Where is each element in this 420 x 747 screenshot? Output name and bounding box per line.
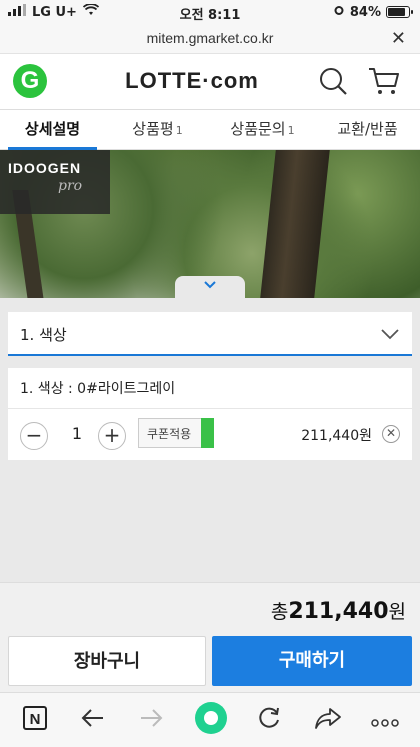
badge-title: IDOOGEN [8,160,82,176]
coupon-apply-button[interactable]: 쿠폰적용 [138,418,214,448]
site-header: G LOTTE·com [0,54,420,110]
url-bar[interactable]: mitem.gmarket.co.kr ✕ [0,24,420,54]
remove-item-button[interactable]: ✕ [382,425,400,443]
svg-text:N: N [30,711,41,728]
search-icon[interactable] [318,66,348,100]
divider [8,408,412,409]
purchase-bar: 총211,440원 장바구니 구매하기 [0,582,420,692]
alarm-icon [333,4,345,20]
chevron-down-icon [380,326,400,345]
total-price: 총211,440원 [270,599,406,624]
forward-arrow-icon[interactable] [138,705,164,735]
option-label: 1. 색상 [20,326,67,344]
status-bar: LG U+ 오전 8:11 84% [0,0,420,24]
quantity-decrease-button[interactable]: − [20,422,48,450]
battery-percent: 84% [349,4,381,20]
coupon-indicator [201,418,214,448]
share-icon[interactable] [314,705,342,735]
selected-option-name: 1. 색상 : 0#라이트그레이 [20,381,176,397]
tab-description[interactable]: 상세설명 [0,110,105,150]
url-text[interactable]: mitem.gmarket.co.kr [0,30,420,46]
collapse-toggle[interactable] [175,276,245,302]
back-arrow-icon[interactable] [80,705,106,735]
quantity-increase-button[interactable]: + [98,422,126,450]
selected-option-panel: 1. 색상 : 0#라이트그레이 − 1 + 쿠폰적용 211,440원 ✕ [8,368,412,460]
question-count: 1 [287,124,295,137]
naver-icon[interactable]: N [22,705,48,735]
chevron-down-icon [202,276,218,295]
close-icon[interactable]: ✕ [391,28,406,49]
badge-sub: pro [58,178,83,194]
product-tabs: 상세설명 상품평 1 상품문의 1 교환/반품 [0,110,420,150]
tab-reviews[interactable]: 상품평 1 [105,110,210,149]
coupon-label: 쿠폰적용 [147,427,192,441]
add-to-cart-button[interactable]: 장바구니 [8,636,206,686]
refresh-icon[interactable] [256,705,282,735]
battery-icon [386,6,413,18]
browser-toolbar: N [0,692,420,747]
color-option-select[interactable]: 1. 색상 [8,312,412,356]
tab-exchange-return[interactable]: 교환/반품 [315,110,420,149]
item-price: 211,440원 [301,428,372,444]
tab-questions[interactable]: 상품문의 1 [210,110,315,149]
buy-now-button[interactable]: 구매하기 [212,636,412,686]
more-icon[interactable] [370,713,400,732]
quantity-input[interactable]: 1 [56,418,98,450]
cart-icon[interactable] [368,66,400,100]
review-count: 1 [175,124,183,137]
green-dot-icon[interactable] [194,701,228,739]
brand-badge: IDOOGEN pro [0,150,110,214]
